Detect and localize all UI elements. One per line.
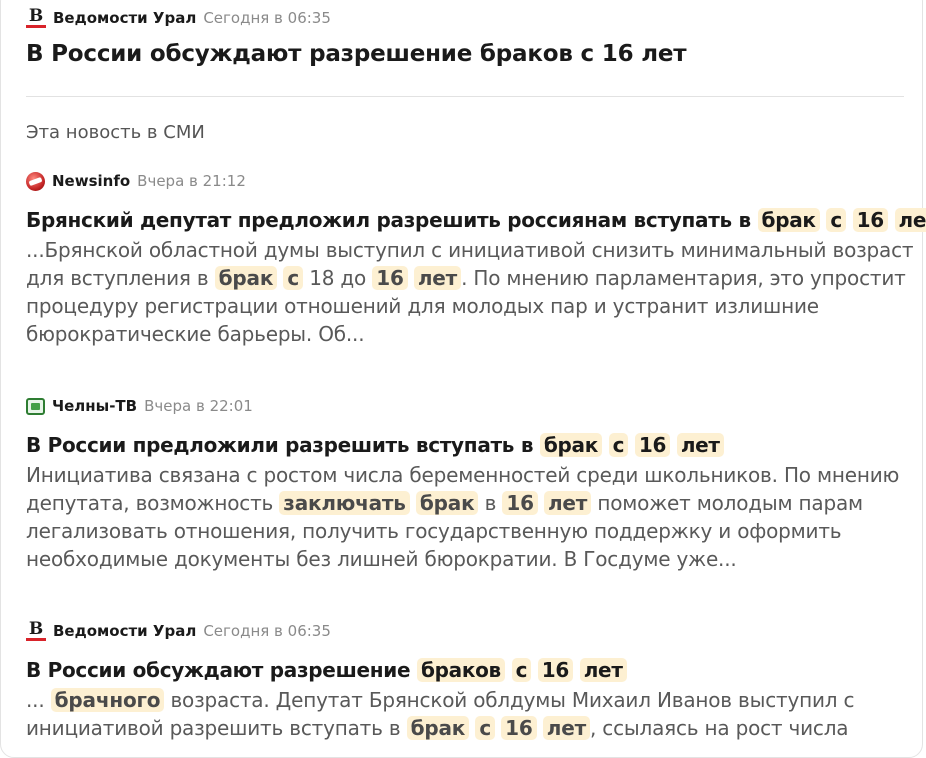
header-source[interactable]: Ведомости Урал <box>53 9 196 27</box>
text-segment <box>888 208 895 232</box>
highlight-term: брачного <box>51 688 165 712</box>
text-segment <box>846 208 853 232</box>
snippet-line: ... брачного возраста. Депутат Брянской … <box>26 686 904 714</box>
snippet-line: необходимые документы без лишней бюрокра… <box>26 545 904 573</box>
text-segment: в <box>478 491 502 515</box>
article-snippet: ...Брянской областной думы выступил с ин… <box>26 236 904 348</box>
snippet-line: бюрократические барьеры. Об... <box>26 320 904 348</box>
highlight-term: браков <box>417 658 505 682</box>
text-segment: В России предложили разрешить вступать в <box>26 433 540 457</box>
text-segment <box>531 658 538 682</box>
article-item: B Ведомости Урал Сегодня в 06:35 В Росси… <box>26 620 904 742</box>
header-time: Сегодня в 06:35 <box>203 9 331 27</box>
highlight-term: лет <box>544 491 591 515</box>
article-title[interactable]: Брянский депутат предложил разрешить рос… <box>26 204 904 236</box>
newsinfo-logo-icon <box>26 172 45 191</box>
page-title[interactable]: В России обсуждают разрешение браков с 1… <box>26 41 686 67</box>
article-time: Сегодня в 06:35 <box>203 622 331 640</box>
highlight-term: 16 <box>635 433 670 457</box>
text-segment: . По мнению парламентария, это упростит <box>461 266 906 290</box>
vedomosti-logo-icon: B <box>26 621 46 641</box>
article-time: Вчера в 22:01 <box>144 397 253 415</box>
snippet-line: ...Брянской областной думы выступил с ин… <box>26 236 904 264</box>
chelny-tv-logo-icon <box>26 398 45 415</box>
highlight-term: с <box>609 433 629 457</box>
snippet-line: Инициатива связана с ростом числа береме… <box>26 461 904 489</box>
article-source[interactable]: Newsinfo <box>52 172 130 190</box>
snippet-line: процедуру регистрации отношений для моло… <box>26 292 904 320</box>
text-segment: поможет молодым парам <box>591 491 863 515</box>
text-segment: бюрократические барьеры. Об... <box>26 322 364 346</box>
text-segment: ... <box>26 688 51 712</box>
text-segment: ...Брянской областной думы выступил с ин… <box>26 238 913 262</box>
news-card: B Ведомости Урал Сегодня в 06:35 В Росси… <box>0 0 923 758</box>
article-time: Вчера в 21:12 <box>137 172 246 190</box>
text-segment: процедуру регистрации отношений для моло… <box>26 294 819 318</box>
article-snippet: ... брачного возраста. Депутат Брянской … <box>26 686 904 742</box>
text-segment: депутата, возможность <box>26 491 279 515</box>
text-segment: В России обсуждают разрешение <box>26 658 417 682</box>
article-meta: Newsinfo Вчера в 21:12 <box>26 170 904 192</box>
snippet-line: легализовать отношения, получить государ… <box>26 517 904 545</box>
highlight-term: брак <box>215 266 278 290</box>
snippet-line: для вступления в брак с 18 до 16 лет. По… <box>26 264 904 292</box>
text-segment: легализовать отношения, получить государ… <box>26 519 841 543</box>
text-segment: необходимые документы без лишней бюрокра… <box>26 547 737 571</box>
text-segment <box>628 433 635 457</box>
text-segment <box>410 491 416 515</box>
highlight-term: заключать <box>279 491 409 515</box>
text-segment: , ссылаясь на рост числа <box>590 716 848 740</box>
highlight-term: лет <box>580 658 627 682</box>
highlight-term: с <box>283 266 303 290</box>
text-segment: Инициатива связана с ростом числа береме… <box>26 463 899 487</box>
highlight-term: 16 <box>538 658 573 682</box>
text-segment <box>408 266 414 290</box>
article-title[interactable]: В России предложили разрешить вступать в… <box>26 429 904 461</box>
highlight-term: 16 <box>853 208 888 232</box>
highlight-term: лет <box>677 433 724 457</box>
article-source[interactable]: Ведомости Урал <box>53 622 196 640</box>
highlight-term: с <box>826 208 846 232</box>
text-segment <box>573 658 580 682</box>
highlight-term: с <box>475 716 495 740</box>
highlight-term: 16 <box>501 716 536 740</box>
header-meta: B Ведомости Урал Сегодня в 06:35 <box>26 7 331 29</box>
article-source[interactable]: Челны-ТВ <box>52 397 137 415</box>
text-segment: для вступления в <box>26 266 215 290</box>
highlight-term: 16 <box>502 491 537 515</box>
highlight-term: лет <box>414 266 461 290</box>
section-label: Эта новость в СМИ <box>26 122 205 143</box>
article-title[interactable]: В России обсуждают разрешение браков с 1… <box>26 654 904 686</box>
article-snippet: Инициатива связана с ростом числа береме… <box>26 461 904 573</box>
highlight-term: брак <box>407 716 470 740</box>
divider <box>26 96 904 97</box>
highlight-term: лет <box>543 716 590 740</box>
highlight-term: брак <box>758 208 820 232</box>
article-meta: B Ведомости Урал Сегодня в 06:35 <box>26 620 904 642</box>
text-segment: инициативой разрешить вступать в <box>26 716 407 740</box>
text-segment <box>670 433 677 457</box>
text-segment: 18 до <box>303 266 372 290</box>
article-item: Newsinfo Вчера в 21:12 Брянский депутат … <box>26 170 904 348</box>
article-item: Челны-ТВ Вчера в 22:01 В России предложи… <box>26 395 904 573</box>
text-segment <box>602 433 609 457</box>
article-meta: Челны-ТВ Вчера в 22:01 <box>26 395 904 417</box>
highlight-term: лет <box>895 208 926 232</box>
text-segment <box>505 658 512 682</box>
vedomosti-logo-icon: B <box>26 8 46 28</box>
highlight-term: с <box>512 658 532 682</box>
text-segment: возраста. Депутат Брянской облдумы Михаи… <box>164 688 854 712</box>
text-segment <box>537 716 543 740</box>
highlight-term: брак <box>416 491 479 515</box>
snippet-line: депутата, возможность заключать брак в 1… <box>26 489 904 517</box>
text-segment: Брянский депутат предложил разрешить рос… <box>26 208 758 232</box>
highlight-term: 16 <box>372 266 407 290</box>
highlight-term: брак <box>540 433 602 457</box>
